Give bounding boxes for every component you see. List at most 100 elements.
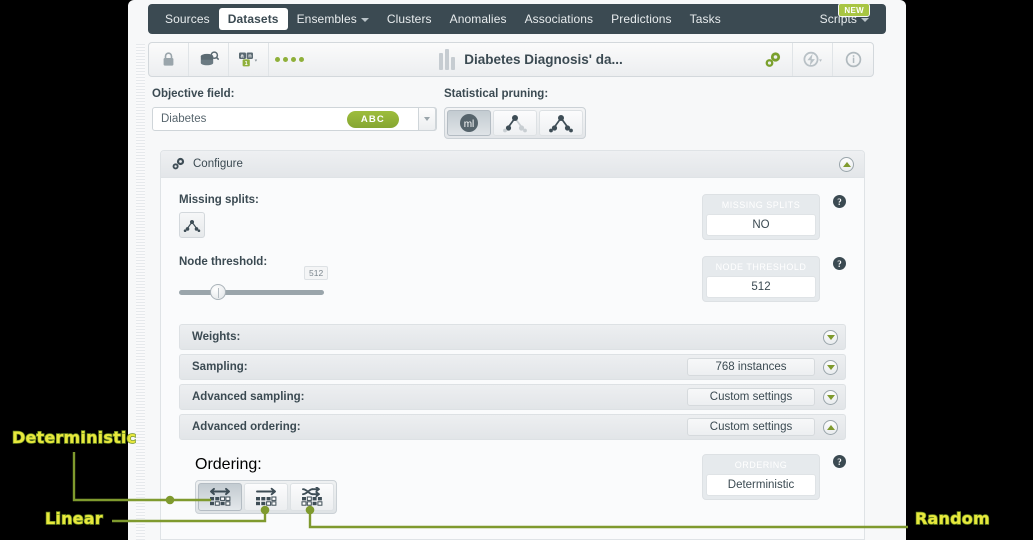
chevron-down-icon [360, 17, 369, 22]
full-pruning-icon[interactable] [539, 110, 583, 136]
dataset-title-group: Diabetes Diagnosis' da... [309, 49, 753, 70]
sampling-value-pill[interactable]: 768 instances [687, 358, 815, 376]
row-label: Advanced ordering: [192, 421, 301, 433]
section-row-sampling[interactable]: Sampling: 768 instances [179, 354, 846, 380]
objective-field-label: Objective field: [152, 88, 235, 100]
ordering-subpanel: Ordering: ORDERING Deterministic ? [179, 444, 846, 514]
statistical-pruning-block: Statistical pruning: ml [444, 88, 586, 139]
missing-splits-help-icon[interactable]: ? [833, 195, 846, 208]
objective-dropdown-toggle[interactable] [418, 107, 436, 131]
nav-item-clusters[interactable]: Clusters [378, 8, 441, 30]
node-threshold-help-icon[interactable]: ? [833, 257, 846, 270]
gears-icon[interactable] [753, 43, 793, 76]
objective-field-block: Objective field: Diabetes ABC [152, 88, 437, 131]
dataset-fields-icon[interactable]: a n 1 [229, 43, 269, 76]
section-row-advanced-ordering[interactable]: Advanced ordering: Custom settings [179, 414, 846, 440]
missing-splits-value-chip: MISSING SPLITS NO [702, 194, 820, 240]
missing-splits-chip-caption: MISSING SPLITS [721, 200, 801, 210]
section-row-advanced-sampling[interactable]: Advanced sampling: Custom settings [179, 384, 846, 410]
field-type-badge: ABC [346, 111, 399, 128]
annotation-label-linear: Linear [44, 508, 103, 528]
annotation-label-deterministic: Deterministic [11, 427, 137, 447]
nav-label: Clusters [386, 12, 432, 26]
statistical-pruning-group: ml [444, 107, 586, 139]
dataset-title: Diabetes Diagnosis' da... [464, 52, 623, 67]
missing-splits-toggle-icon[interactable] [179, 212, 205, 238]
svg-text:1: 1 [244, 61, 247, 67]
deterministic-ordering-icon[interactable] [198, 483, 242, 511]
nav-item-scripts[interactable]: Scripts NEW [811, 3, 878, 30]
row-label: Sampling: [192, 361, 248, 373]
new-badge: NEW [838, 3, 870, 17]
weights-expand-toggle[interactable] [823, 329, 838, 345]
nav-label: Anomalies [449, 12, 507, 26]
chevron-down-icon [826, 394, 835, 400]
lightning-icon[interactable] [793, 43, 833, 76]
configure-body: Missing splits: MISSING SPLITS NO ? Node… [161, 178, 864, 514]
configure-collapse-toggle[interactable] [839, 156, 854, 172]
ordering-value-chip: ORDERING Deterministic [702, 454, 820, 500]
partial-pruning-icon[interactable] [493, 110, 537, 136]
chevron-up-icon [842, 161, 851, 167]
annotation-label-random: Random [914, 508, 990, 528]
nav-label: Sources [165, 12, 210, 26]
configure-title: Configure [193, 158, 243, 170]
sampling-expand-toggle[interactable] [823, 359, 838, 375]
slider-handle[interactable] [210, 284, 226, 300]
node-threshold-setting: Node threshold: 512 NODE THRESHOLD 512 ? [179, 256, 846, 302]
random-ordering-icon[interactable] [290, 483, 334, 511]
missing-splits-setting: Missing splits: MISSING SPLITS NO ? [179, 194, 846, 240]
node-threshold-slider[interactable]: 512 [179, 266, 329, 300]
ordering-help-icon[interactable]: ? [833, 455, 846, 468]
chevron-down-icon [424, 117, 430, 121]
objective-field-value: Diabetes [161, 113, 207, 125]
advanced-ordering-collapse-toggle[interactable] [823, 419, 838, 435]
screenshot-root: Sources Datasets Ensembles Clusters Anom… [0, 0, 1033, 540]
ordering-button-group [195, 480, 337, 514]
nav-label: Associations [524, 12, 594, 26]
nav-item-sources[interactable]: Sources [156, 8, 219, 30]
slider-track[interactable] [179, 290, 324, 295]
section-row-weights[interactable]: Weights: [179, 324, 846, 350]
configure-panel: Configure Missing splits: MISSING SPLITS… [160, 150, 865, 540]
advanced-sampling-expand-toggle[interactable] [823, 389, 838, 405]
nav-label: Predictions [611, 12, 672, 26]
node-threshold-chip-value: 512 [706, 276, 816, 298]
dataset-bars-icon [439, 49, 456, 70]
row-label: Weights: [192, 331, 241, 343]
main-navigation: Sources Datasets Ensembles Clusters Anom… [148, 3, 886, 34]
status-dots [274, 57, 304, 62]
objective-field-select[interactable]: Diabetes ABC [152, 107, 437, 131]
advanced-ordering-value-pill[interactable]: Custom settings [687, 418, 815, 436]
nav-item-predictions[interactable]: Predictions [602, 8, 680, 30]
nav-item-anomalies[interactable]: Anomalies [441, 8, 516, 30]
panel-left-gutter [136, 44, 145, 540]
chevron-down-icon [861, 17, 869, 22]
chevron-down-icon [826, 364, 835, 370]
status-dots-icon [269, 43, 309, 76]
chevron-up-icon [826, 424, 835, 430]
configure-header[interactable]: Configure [161, 151, 864, 178]
advanced-sampling-value-pill[interactable]: Custom settings [687, 388, 815, 406]
field-row: Objective field: Diabetes ABC Statistica… [152, 88, 872, 139]
ordering-chip-caption: ORDERING [734, 460, 788, 470]
dataset-search-icon[interactable] [189, 43, 229, 76]
gears-icon [172, 157, 185, 170]
lock-icon[interactable] [149, 43, 189, 76]
nav-item-ensembles[interactable]: Ensembles [288, 8, 378, 30]
nav-item-tasks[interactable]: Tasks [681, 8, 730, 30]
slider-value-bubble: 512 [304, 266, 329, 280]
node-threshold-chip-caption: NODE THRESHOLD [715, 262, 807, 272]
ordering-chip-value: Deterministic [706, 474, 816, 496]
missing-splits-chip-value: NO [706, 214, 816, 236]
info-icon[interactable] [833, 43, 873, 76]
dataset-header-bar: a n 1 Diabetes Diagnosis' da... [148, 42, 874, 77]
statistical-pruning-label: Statistical pruning: [444, 88, 549, 100]
row-label: Advanced sampling: [192, 391, 305, 403]
nav-item-datasets[interactable]: Datasets [218, 8, 288, 30]
linear-ordering-icon[interactable] [244, 483, 288, 511]
chevron-down-icon [826, 334, 835, 340]
nav-item-associations[interactable]: Associations [516, 8, 603, 30]
ml-pruning-icon[interactable]: ml [447, 110, 491, 136]
nav-label: Tasks [689, 12, 721, 26]
